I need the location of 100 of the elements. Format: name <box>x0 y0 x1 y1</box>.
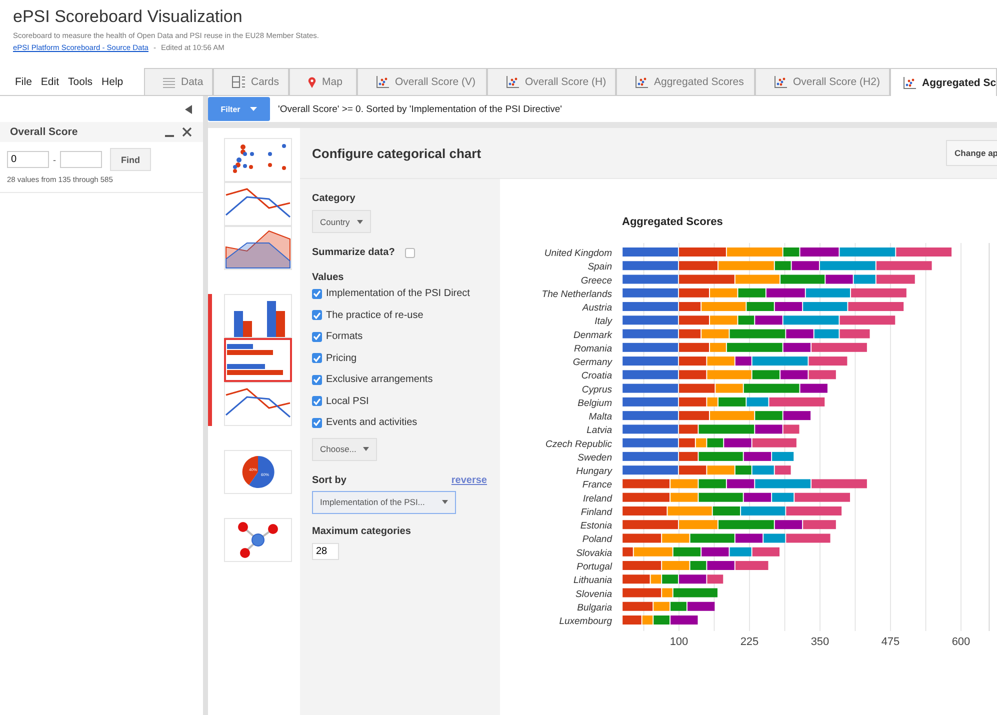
caret-icon <box>442 500 448 504</box>
category-label: Spain <box>588 262 612 273</box>
tick-label: 475 <box>881 636 900 648</box>
field-label: Summarize data? <box>312 247 395 258</box>
checkbox-label: Formats <box>326 331 363 342</box>
field-label: Maximum categories <box>312 526 411 536</box>
category-label: Latvia <box>586 425 612 436</box>
chart-type-thumbnail[interactable] <box>224 338 292 382</box>
category-label: The Netherlands <box>542 288 612 300</box>
panel-title: Overall Score <box>10 126 79 138</box>
tab[interactable]: Aggregated Sc <box>890 68 997 96</box>
filter-description: 'Overall Score' >= 0. Sorted by 'Implementation of the PSI Directive' <box>278 104 562 114</box>
category-label: Finland <box>580 506 612 518</box>
category-label: Sweden <box>578 452 612 464</box>
tab[interactable]: Overall Score (H2) <box>755 68 890 95</box>
category-label: Romania <box>574 343 612 354</box>
category-label: Portugal <box>576 562 612 572</box>
checkbox[interactable] <box>312 310 322 320</box>
checkbox[interactable] <box>312 396 322 406</box>
category-label: Germany <box>572 357 612 368</box>
caret-icon <box>356 220 363 224</box>
checkbox-label: The practice of re-use <box>326 310 424 321</box>
category-label: Belgium <box>578 398 612 409</box>
scatter-chart-icon <box>376 76 389 88</box>
menu-item[interactable]: Tools <box>68 76 93 88</box>
menu-item[interactable]: Help <box>102 76 124 88</box>
tab[interactable]: Map <box>289 68 357 95</box>
scatter-chart-icon <box>903 76 916 88</box>
category-label: Hungary <box>576 466 612 478</box>
checkbox-label: Events and activities <box>326 417 418 428</box>
area-chart-drawing <box>226 230 290 268</box>
caret-icon <box>250 107 258 111</box>
category-label: Bulgaria <box>577 602 612 614</box>
checkbox[interactable] <box>312 353 322 364</box>
category-label: Cyprus <box>582 384 612 396</box>
category-label: Austria <box>582 302 612 314</box>
checkbox-label: Exclusive arrangements <box>326 374 433 386</box>
category-label: Ireland <box>582 493 612 504</box>
max-field[interactable] <box>60 151 102 168</box>
range-separator: - <box>53 154 56 164</box>
caret-icon <box>363 447 370 451</box>
panel-heading: Configure categorical chart <box>312 146 482 160</box>
category-label: Italy <box>594 316 612 328</box>
checkbox[interactable] <box>312 418 322 428</box>
scatter-chart-icon <box>506 76 519 88</box>
tab[interactable]: Aggregated Scores <box>616 68 755 95</box>
category-label: Slovenia <box>576 588 612 600</box>
map-pin-icon <box>308 76 316 88</box>
category-label: Denmark <box>573 330 612 341</box>
category-label: Slovakia <box>576 548 612 559</box>
menu-item[interactable]: File <box>15 76 32 88</box>
tick-label: 100 <box>670 636 688 648</box>
reverse-link[interactable]: reverse <box>451 474 487 486</box>
scatter-chart-icon <box>635 76 648 88</box>
category-label: Lithuania <box>573 575 612 586</box>
tick-label: 350 <box>810 636 830 648</box>
checkbox[interactable] <box>312 288 322 299</box>
tick-label: 600 <box>952 636 970 648</box>
tab[interactable]: Overall Score (V) <box>357 68 487 95</box>
tab[interactable]: Overall Score (H) <box>487 68 616 95</box>
category-label: France <box>582 480 612 491</box>
category-label: United Kingdom <box>544 248 612 259</box>
checkbox-label: Local PSI <box>326 396 369 407</box>
cards-icon <box>232 76 245 88</box>
network-graph-drawing <box>238 522 278 558</box>
sort-dropdown[interactable]: Implementation of the PSI... <box>312 490 456 514</box>
list-icon <box>163 76 175 88</box>
category-label: Greece <box>580 275 612 286</box>
field-label: Values <box>312 272 344 283</box>
checkbox[interactable] <box>312 332 322 342</box>
category-label: Poland <box>582 534 612 546</box>
category-label: Croatia <box>581 370 612 382</box>
category-label: Estonia <box>580 520 612 532</box>
checkbox-label: Pricing <box>326 352 357 364</box>
tab[interactable]: Data <box>144 68 213 95</box>
category-label: Luxembourg <box>559 616 612 627</box>
app-title: ePSI Scoreboard Visualization <box>13 7 244 27</box>
close-icon[interactable] <box>182 127 192 137</box>
find-button[interactable]: Find <box>110 148 151 171</box>
choose-button[interactable]: Choose... <box>312 438 378 460</box>
line-chart-drawing <box>226 188 290 218</box>
pie-chart-drawing <box>242 456 274 488</box>
min-field[interactable]: 0 <box>7 151 49 168</box>
scatter-chart-icon <box>774 76 787 88</box>
checkbox[interactable] <box>404 248 415 258</box>
category-dropdown[interactable]: Country <box>312 210 371 233</box>
column-chart-drawing <box>234 301 285 337</box>
chart-title: Aggregated Scores <box>622 216 723 228</box>
menu-item[interactable]: Edit <box>40 76 60 88</box>
tab[interactable]: Cards <box>213 68 289 95</box>
checkbox-label: Implementation of the PSI Direct <box>326 288 470 300</box>
checkbox[interactable] <box>312 374 322 385</box>
bar-chart-drawing <box>227 344 283 375</box>
category-label: Czech Republic <box>545 438 612 450</box>
category-label: Malta <box>588 412 612 423</box>
field-label: Sort by <box>312 474 346 486</box>
line-chart-drawing <box>226 388 290 418</box>
max-categories-field[interactable]: 28 <box>312 542 339 560</box>
tick-label: 225 <box>740 636 759 648</box>
collapse-icon[interactable] <box>185 104 192 114</box>
